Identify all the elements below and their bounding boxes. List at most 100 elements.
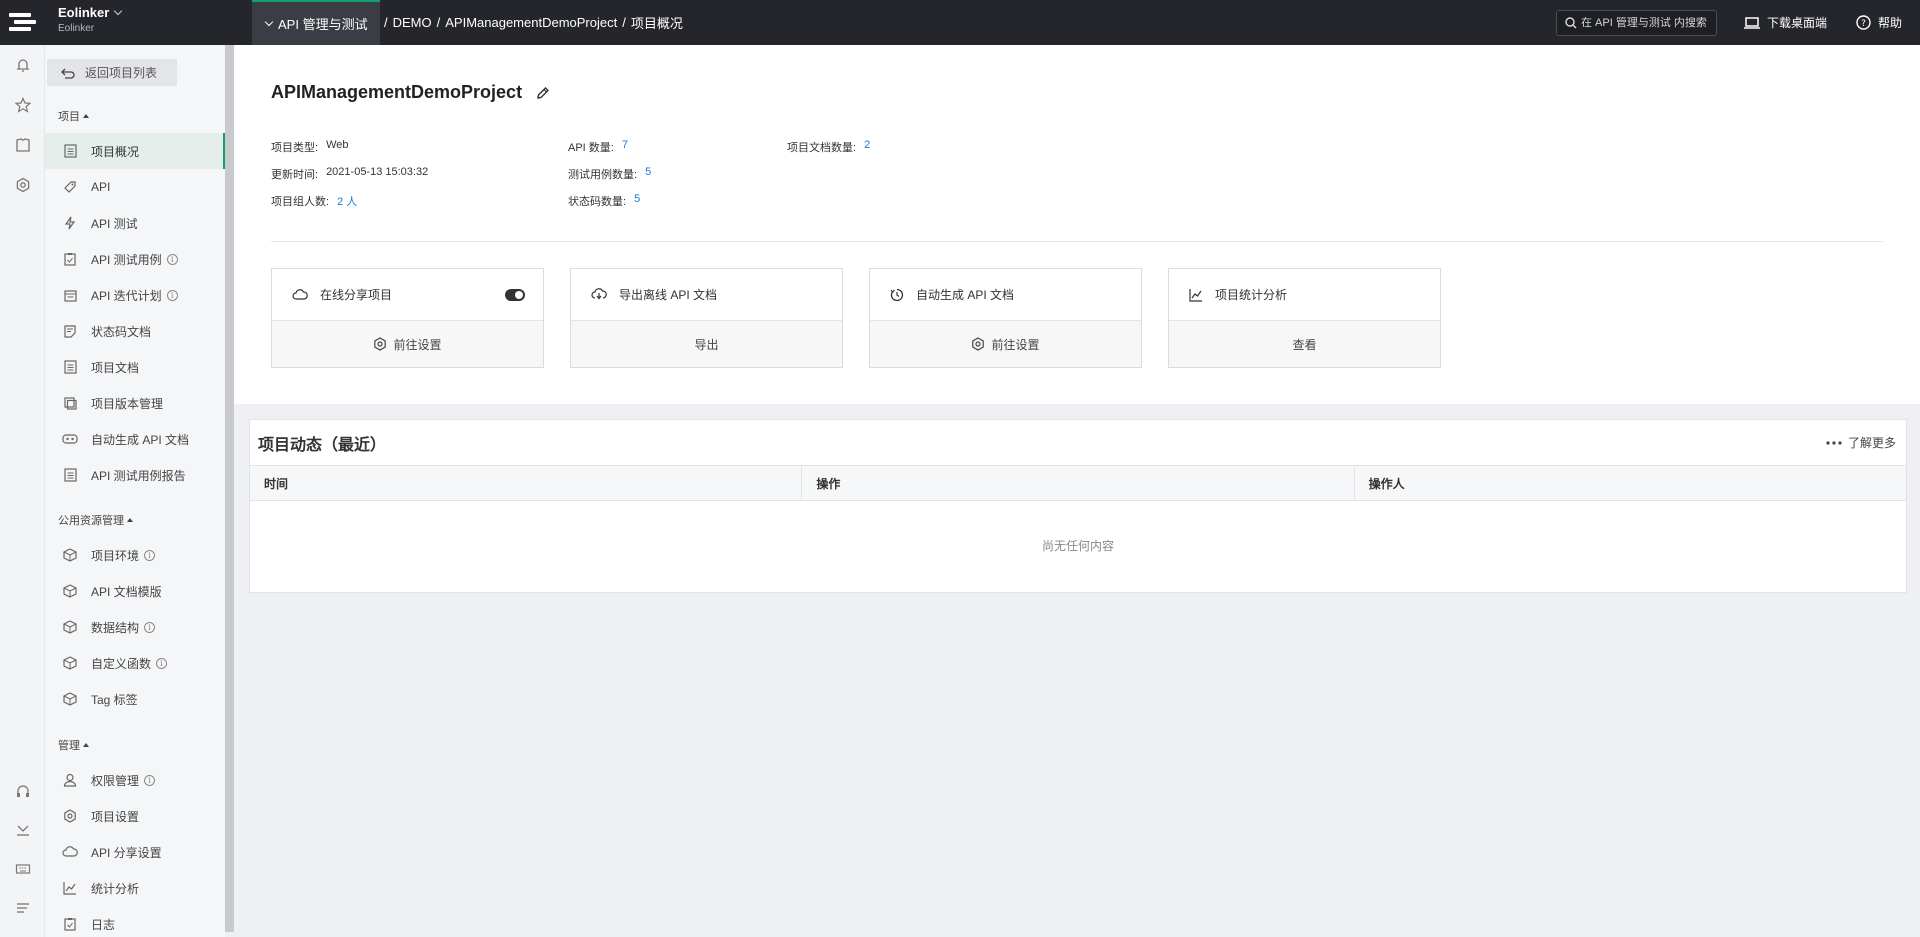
- chevron-down-icon: [114, 6, 123, 15]
- svg-text:?: ?: [1861, 19, 1866, 29]
- cloud-download-icon: [591, 288, 607, 300]
- column-header-operator: 操作人: [1368, 476, 1405, 491]
- logo-icon[interactable]: [0, 0, 45, 45]
- sidebar-item-project-settings[interactable]: 项目设置: [45, 798, 225, 834]
- sidebar-item-label: 项目设置: [91, 809, 140, 824]
- breadcrumb-item[interactable]: DEMO: [393, 15, 432, 30]
- edit-icon[interactable]: [536, 86, 550, 100]
- sidebar-item-permissions[interactable]: 权限管理 i: [45, 762, 225, 798]
- user-icon: [62, 772, 78, 788]
- info-icon[interactable]: i: [144, 549, 156, 561]
- sidebar-item-test-report[interactable]: API 测试用例报告: [45, 457, 225, 493]
- meta-project-docs: 项目文档数量: 2: [787, 139, 871, 155]
- sidebar-item-tags[interactable]: Tag 标签: [45, 681, 225, 717]
- workspace-subtitle: Eolinker: [58, 23, 95, 34]
- lightning-icon: [62, 215, 78, 231]
- meta-members: 项目组人数: 2 人: [271, 193, 357, 209]
- module-tab[interactable]: API 管理与测试: [252, 0, 380, 45]
- sidebar-item-label: API 测试: [91, 216, 138, 231]
- clipboard-icon: [62, 251, 78, 267]
- sidebar-item-label: Tag 标签: [91, 692, 138, 707]
- info-icon[interactable]: i: [144, 621, 156, 633]
- cloud-icon: [292, 288, 308, 300]
- share-toggle[interactable]: [505, 289, 525, 301]
- download-desktop-link[interactable]: 下载桌面端: [1744, 0, 1827, 45]
- sidebar-item-project-docs[interactable]: 项目文档: [45, 349, 225, 385]
- card-action-go-settings[interactable]: 前往设置: [272, 321, 543, 367]
- sidebar: 返回项目列表 项目 项目概况 API API 测试 API 测试用例 i API…: [45, 45, 225, 937]
- card-online-share: 在线分享项目 前往设置: [271, 268, 544, 368]
- gear-icon: [972, 337, 985, 351]
- info-icon[interactable]: i: [166, 289, 178, 301]
- search-input[interactable]: [1581, 17, 1711, 29]
- card-action-view[interactable]: 查看: [1169, 321, 1440, 367]
- members-link[interactable]: 2 人: [337, 193, 357, 209]
- sidebar-item-custom-functions[interactable]: 自定义函数 i: [45, 645, 225, 681]
- keyboard-icon[interactable]: [14, 860, 32, 878]
- menu-icon[interactable]: [14, 899, 32, 917]
- sidebar-scrollbar[interactable]: [225, 45, 234, 932]
- search-icon: [1565, 17, 1577, 29]
- sidebar-item-environment[interactable]: 项目环境 i: [45, 537, 225, 573]
- sidebar-item-label: 自动生成 API 文档: [91, 432, 190, 447]
- sidebar-item-api-test[interactable]: API 测试: [45, 205, 225, 241]
- shirt-icon[interactable]: [14, 136, 32, 154]
- sidebar-item-label: API 测试用例: [91, 252, 162, 267]
- test-cases-link[interactable]: 5: [645, 166, 651, 182]
- info-icon[interactable]: i: [166, 253, 178, 265]
- sidebar-item-label: API: [91, 180, 111, 194]
- sidebar-item-label: API 分享设置: [91, 845, 162, 860]
- sidebar-item-api-iteration[interactable]: API 迭代计划 i: [45, 277, 225, 313]
- sidebar-group-management[interactable]: 管理: [58, 737, 89, 753]
- search-box[interactable]: [1556, 10, 1717, 36]
- bell-icon[interactable]: [14, 56, 32, 74]
- sidebar-group-shared-resources[interactable]: 公用资源管理: [58, 512, 133, 528]
- doc-icon: [62, 359, 78, 375]
- card-action-go-settings[interactable]: 前往设置: [870, 321, 1141, 367]
- sidebar-item-label: 状态码文档: [91, 324, 152, 339]
- card-action-export[interactable]: 导出: [571, 321, 842, 367]
- sidebar-item-api-test-cases[interactable]: API 测试用例 i: [45, 241, 225, 277]
- back-to-projects-button[interactable]: 返回项目列表: [47, 59, 177, 86]
- sidebar-item-statistics[interactable]: 统计分析: [45, 870, 225, 906]
- caret-up-icon: [127, 518, 133, 522]
- gear-icon: [374, 337, 387, 351]
- divider: [271, 241, 1883, 242]
- sidebar-item-auto-doc[interactable]: 自动生成 API 文档: [45, 421, 225, 457]
- cube-icon: [62, 547, 78, 563]
- breadcrumb-item: 项目概况: [630, 16, 683, 31]
- meta-updated-time: 更新时间: 2021-05-13 15:03:32: [271, 166, 429, 181]
- sidebar-item-doc-templates[interactable]: API 文档模版: [45, 573, 225, 609]
- chevron-down-icon: [264, 17, 274, 26]
- info-icon[interactable]: i: [144, 774, 156, 786]
- gear-icon[interactable]: [14, 176, 32, 194]
- workspace-switcher[interactable]: Eolinker Eolinker: [58, 5, 123, 34]
- sidebar-item-data-structures[interactable]: 数据结构 i: [45, 609, 225, 645]
- project-docs-link[interactable]: 2: [864, 139, 870, 155]
- breadcrumb-item[interactable]: APIManagementDemoProject: [445, 15, 617, 30]
- return-icon: [61, 68, 75, 79]
- sidebar-item-version-management[interactable]: 项目版本管理: [45, 385, 225, 421]
- sidebar-item-label: 自定义函数: [91, 656, 152, 671]
- help-link[interactable]: ? 帮助: [1856, 0, 1902, 45]
- calendar-icon: [62, 287, 78, 303]
- headset-icon[interactable]: [14, 782, 32, 800]
- chart-icon: [1189, 288, 1202, 302]
- sidebar-item-api[interactable]: API: [45, 169, 225, 205]
- sidebar-item-status-codes[interactable]: 状态码文档: [45, 313, 225, 349]
- api-count-link[interactable]: 7: [622, 139, 628, 155]
- more-dots-icon: [1826, 440, 1842, 445]
- main-content: APIManagementDemoProject 项目类型: Web 更新时间: 2…: [234, 45, 1920, 937]
- info-icon[interactable]: i: [156, 657, 168, 669]
- star-icon[interactable]: [14, 96, 32, 114]
- sidebar-item-label: 权限管理: [91, 773, 140, 788]
- sidebar-item-logs[interactable]: 日志: [45, 906, 225, 937]
- learn-more-link[interactable]: 了解更多: [1826, 420, 1896, 465]
- sidebar-item-api-share-settings[interactable]: API 分享设置: [45, 834, 225, 870]
- status-codes-link[interactable]: 5: [634, 193, 640, 209]
- sidebar-group-project[interactable]: 项目: [58, 108, 89, 124]
- download-icon[interactable]: [14, 821, 32, 839]
- card-title: 项目统计分析: [1215, 288, 1288, 302]
- column-header-time: 时间: [250, 466, 803, 500]
- sidebar-item-overview[interactable]: 项目概况: [45, 133, 225, 169]
